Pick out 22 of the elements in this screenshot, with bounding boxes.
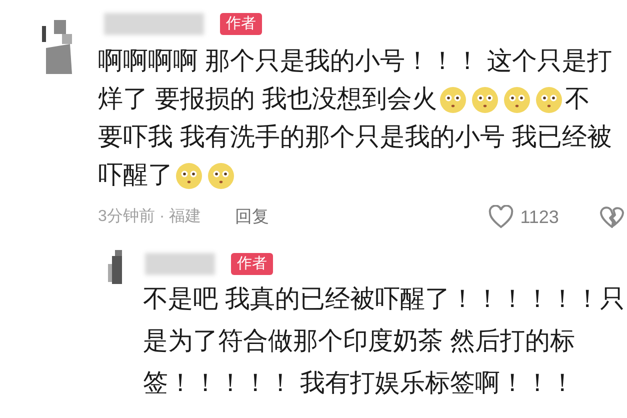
emoji-icon <box>207 162 235 190</box>
comment-text: 要吓我 我有洗手的那个只是我的小号 我已经被 <box>98 122 612 154</box>
dislike-icon[interactable] <box>598 205 625 229</box>
emoji-icon <box>175 162 203 190</box>
like-icon[interactable] <box>488 205 514 229</box>
comment-text: 烊了 要报损的 我也没想到会火 <box>98 84 437 116</box>
emoji-icon <box>534 86 563 114</box>
emoji-icon <box>438 86 467 114</box>
like-count: 1123 <box>520 206 559 228</box>
comment-text: 不是吧 我真的已经被吓醒了！！！！！！只 <box>143 284 625 316</box>
comment-text: 签！！！！！ 我有打娱乐标签啊！！！ <box>143 368 575 400</box>
author-badge: 作者 <box>231 253 273 275</box>
emoji-icon <box>502 86 531 114</box>
comment-text: 是为了符合做那个印度奶茶 然后打的标 <box>143 326 575 358</box>
emoji-icon <box>470 86 499 114</box>
time-location: 3分钟前 · 福建 <box>98 206 202 227</box>
comment-text: 不 <box>564 84 590 116</box>
comment-text: 吓醒了 <box>98 160 173 192</box>
reply-link[interactable]: 回复 <box>235 204 270 230</box>
comment-text: 啊啊啊啊 那个只是我的小号！！！ 这个只是打 <box>98 46 612 78</box>
blurred-username <box>145 253 215 275</box>
author-badge: 作者 <box>220 13 262 35</box>
